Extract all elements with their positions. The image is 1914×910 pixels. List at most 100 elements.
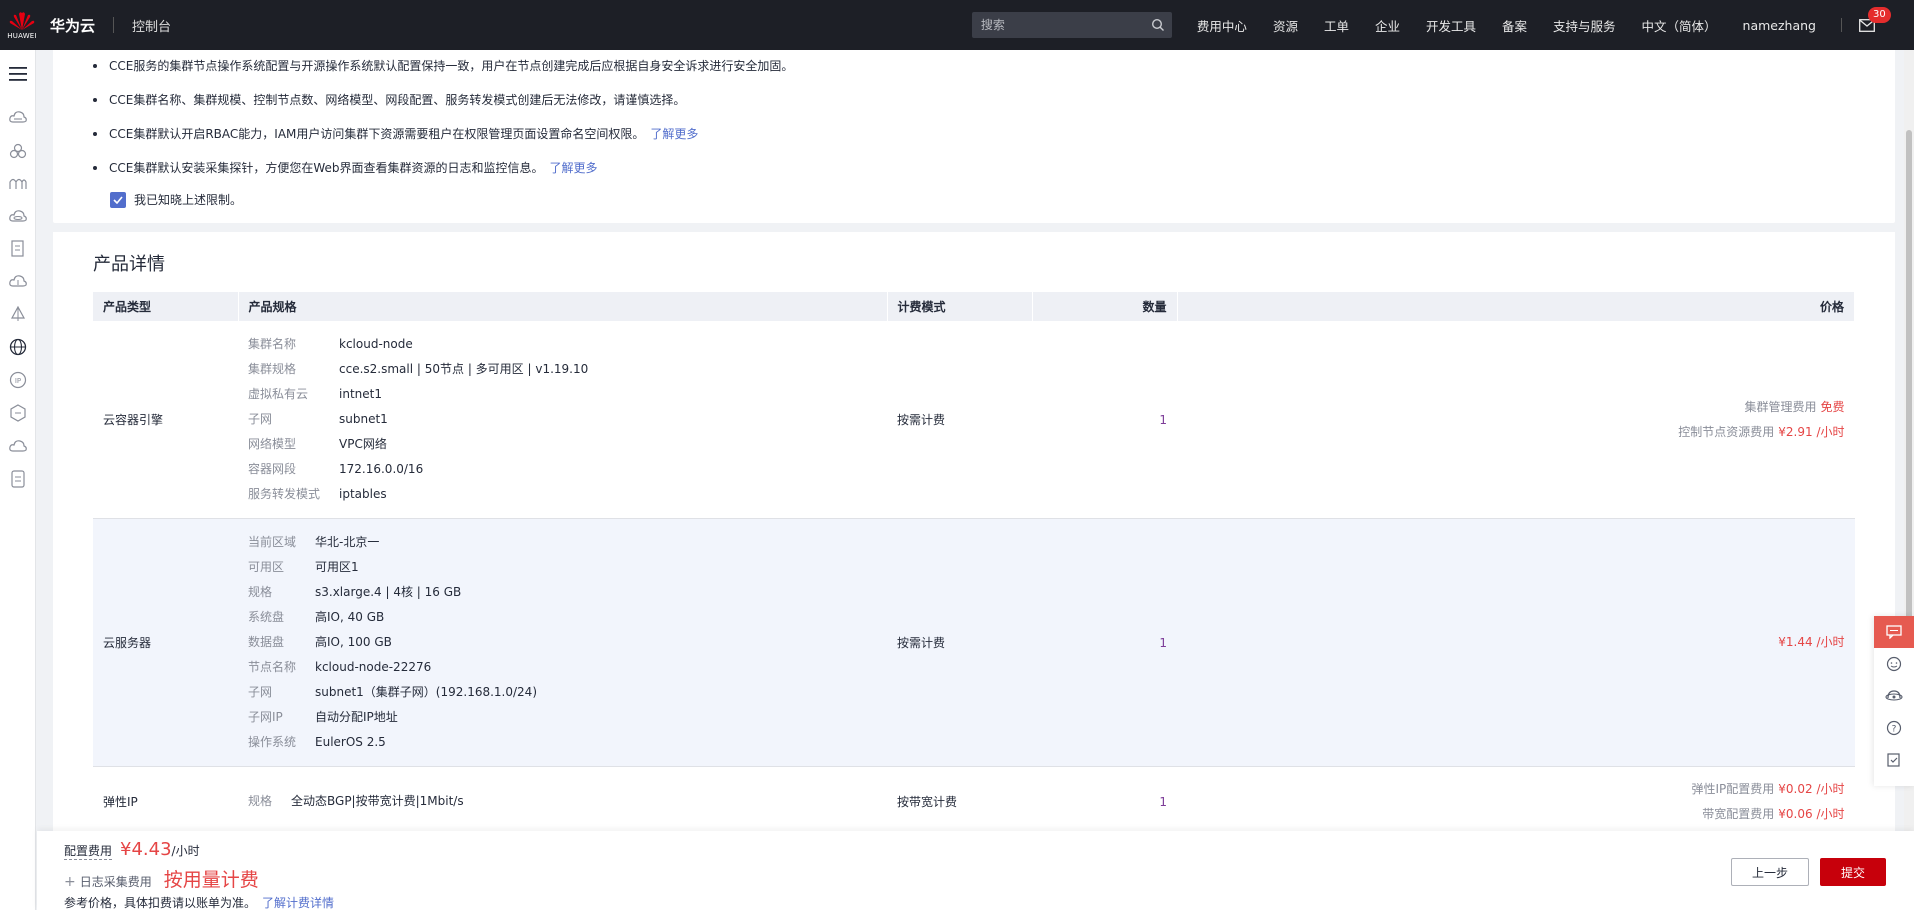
- cloud-storage-icon[interactable]: [7, 205, 29, 227]
- price-label: 弹性IP配置费用: [1691, 781, 1775, 796]
- ip-icon[interactable]: IP: [7, 369, 29, 391]
- table-row: 云服务器 当前区域 华北-北京一 可用区 可用区1 规格 s3.xlarge.4 | …: [93, 518, 1855, 767]
- help-button[interactable]: ?: [1874, 712, 1914, 744]
- config-fee-unit: /小时: [171, 844, 200, 858]
- shield-icon[interactable]: [7, 402, 29, 424]
- sail-icon[interactable]: [7, 303, 29, 325]
- spec-value: VPC网络: [339, 437, 387, 451]
- feedback-button[interactable]: [1874, 648, 1914, 680]
- checkmark-icon: [113, 195, 123, 204]
- product-spec: 当前区域 华北-北京一 可用区 可用区1 规格 s3.xlarge.4 | 4核 | …: [238, 519, 887, 767]
- config-fee-label[interactable]: 配置费用: [64, 842, 113, 860]
- console-link[interactable]: 控制台: [132, 16, 171, 35]
- product-type: 云容器引擎: [103, 413, 164, 427]
- brand-name[interactable]: 华为云: [50, 15, 95, 36]
- spec-value: 华北-北京一: [315, 535, 380, 549]
- product-details-panel: 产品详情 产品类型 产品规格 计费模式 数量 价格 云容器引擎 集群名称 kcl…: [53, 232, 1895, 910]
- nav-support[interactable]: 支持与服务: [1553, 16, 1616, 35]
- container-icon[interactable]: [7, 140, 29, 162]
- nav-dev-tools[interactable]: 开发工具: [1426, 16, 1476, 35]
- agree-checkbox[interactable]: [110, 191, 126, 208]
- nav-enterprise[interactable]: 企业: [1375, 16, 1400, 35]
- price-value: 免费: [1820, 399, 1845, 414]
- price-value: ¥2.91 /小时: [1778, 424, 1845, 439]
- learn-more-rbac-link[interactable]: 了解更多: [650, 127, 698, 141]
- notice-text: CCE集群名称、集群规模、控制节点数、网络模型、网段配置、服务转发模式创建后无法…: [109, 93, 686, 107]
- spec-key: 子网: [248, 412, 273, 426]
- billing-mode: 按需计费: [897, 413, 946, 427]
- billing-details-link[interactable]: 了解计费详情: [262, 896, 334, 910]
- quantity: 1: [1159, 412, 1167, 427]
- support-button[interactable]: [1874, 680, 1914, 712]
- notice-item: CCE集群名称、集群规模、控制节点数、网络模型、网段配置、服务转发模式创建后无法…: [91, 90, 793, 124]
- spec-value: cce.s2.small | 50节点 | 多可用区 | v1.19.10: [339, 362, 589, 376]
- notice-text: CCE集群默认开启RBAC能力，IAM用户访问集群下资源需要租户在权限管理页面设…: [109, 127, 645, 141]
- column-header: 产品类型: [93, 292, 239, 321]
- spec-value: subnet1（集群子网）(192.168.1.0/24): [315, 685, 538, 699]
- learn-more-probe-link[interactable]: 了解更多: [550, 161, 598, 175]
- nav-username[interactable]: namezhang: [1743, 18, 1816, 33]
- table-row: 弹性IP 规格 全动态BGP|按带宽计费|1Mbit/s 按带宽计费 1 弹性IP…: [93, 767, 1855, 837]
- cloud-server-icon[interactable]: [7, 106, 29, 128]
- config-fee: 配置费用 ¥4.43 /小时: [64, 839, 200, 860]
- column-header: 价格: [1177, 292, 1855, 321]
- billing-mode: 按需计费: [897, 636, 946, 650]
- cloud-upload-icon[interactable]: [7, 270, 29, 292]
- service-sidebar: IP: [0, 50, 36, 910]
- nav-billing-center[interactable]: 费用中心: [1197, 16, 1247, 35]
- spec-key: 规格: [248, 585, 273, 599]
- bridge-icon[interactable]: [7, 172, 29, 194]
- scrollbar-thumb[interactable]: [1906, 130, 1912, 690]
- svg-text:IP: IP: [15, 377, 21, 385]
- spec-key: 虚拟私有云: [248, 387, 309, 401]
- spec-value: 高IO, 100 GB: [315, 635, 392, 649]
- order-footer: 配置费用 ¥4.43 /小时 + 日志采集费用 按用量计费 参考价格，具体扣费请…: [37, 831, 1914, 910]
- notice-item: CCE集群默认开启RBAC能力，IAM用户访问集群下资源需要租户在权限管理页面设…: [91, 124, 793, 158]
- spec-value: subnet1: [339, 412, 388, 426]
- huawei-logo[interactable]: HUAWEI: [2, 0, 42, 50]
- menu-icon[interactable]: [7, 63, 29, 85]
- document-icon[interactable]: [7, 238, 29, 260]
- price-value: ¥0.02 /小时: [1778, 781, 1845, 796]
- globe-icon[interactable]: [7, 336, 29, 358]
- product-type: 云服务器: [103, 636, 152, 650]
- search-icon[interactable]: [1151, 18, 1165, 32]
- survey-button[interactable]: [1874, 744, 1914, 776]
- agree-checkbox-row[interactable]: 我已知晓上述限制。: [110, 191, 242, 208]
- database-icon[interactable]: [7, 468, 29, 490]
- spec-value: iptables: [339, 487, 387, 501]
- nav-tickets[interactable]: 工单: [1324, 16, 1349, 35]
- messages-button[interactable]: 30: [1852, 0, 1891, 50]
- spec-key: 当前区域: [248, 535, 297, 549]
- spec-key: 集群名称: [248, 337, 297, 351]
- column-header: 数量: [1032, 292, 1178, 321]
- floating-toolbar: ?: [1874, 616, 1914, 786]
- table-header-row: 产品类型 产品规格 计费模式 数量 价格: [93, 292, 1855, 321]
- cloud-icon[interactable]: [7, 435, 29, 457]
- divider: [113, 17, 115, 33]
- nav-resources[interactable]: 资源: [1273, 16, 1298, 35]
- spec-key: 服务转发模式: [248, 487, 321, 501]
- spec-value: kcloud-node: [339, 337, 413, 351]
- spec-value: 全动态BGP|按带宽计费|1Mbit/s: [291, 794, 464, 809]
- svg-text:?: ?: [1892, 725, 1897, 735]
- product-spec: 集群名称 kcloud-node 集群规格 cce.s2.small | 50节点 …: [238, 321, 887, 519]
- spec-key: 可用区: [248, 560, 285, 574]
- spec-value: kcloud-node-22276: [315, 660, 432, 674]
- log-fee: + 日志采集费用 按用量计费: [64, 865, 259, 892]
- chat-button[interactable]: [1874, 616, 1914, 648]
- headset-icon: [1885, 690, 1903, 701]
- price-label: 控制节点资源费用: [1678, 424, 1775, 439]
- spec-value: EulerOS 2.5: [315, 735, 386, 749]
- submit-button[interactable]: 提交: [1820, 858, 1886, 886]
- question-icon: ?: [1886, 720, 1902, 736]
- search-input[interactable]: [971, 12, 1172, 38]
- nav-language[interactable]: 中文（简体）: [1642, 16, 1717, 35]
- nav-icp-filing[interactable]: 备案: [1502, 16, 1527, 35]
- spec-key: 节点名称: [248, 660, 297, 674]
- chat-icon: [1886, 625, 1902, 639]
- price-label: 带宽配置费用: [1702, 806, 1775, 821]
- previous-step-button[interactable]: 上一步: [1731, 858, 1809, 886]
- quantity: 1: [1159, 635, 1167, 650]
- spec-value: s3.xlarge.4 | 4核 | 16 GB: [315, 585, 462, 599]
